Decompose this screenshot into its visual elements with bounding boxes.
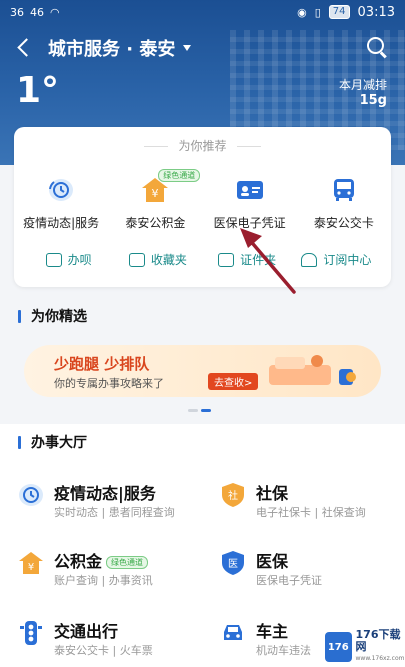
emission-label: 本月减排 (338, 78, 387, 92)
hall-item-subtitle: 账户查询 | 办事资讯 (54, 574, 153, 587)
city-selector[interactable]: 城市服务 · 泰安 (48, 35, 192, 61)
banner-illustration-icon (269, 355, 356, 385)
service-label: 疫情动态|服务 (23, 216, 100, 230)
featured-banner[interactable]: 少跑腿 少排队 你的专属办事攻略来了 去查收> (24, 345, 381, 397)
banner-title: 少跑腿 少排队 (54, 355, 150, 373)
hall-title: 办事大厅 (18, 432, 87, 452)
hall-item-subtitle: 电子社保卡 | 社保查询 (256, 506, 366, 519)
temperature: 1° (16, 70, 60, 111)
watermark: 176 176下载网 www.176xz.com (321, 627, 405, 667)
quick-label: 办呗 (67, 253, 92, 267)
service-label: 泰安公积金 (125, 216, 186, 230)
car-icon (224, 625, 242, 640)
hall-item-subtitle: 泰安公交卡 | 火车票 (54, 644, 153, 657)
svg-text:社: 社 (228, 489, 238, 502)
green-channel-badge: 绿色通道 (158, 169, 201, 182)
recommend-card: 为你推荐 疫情动态|服务 绿色通道 ¥ 泰安公积金 医保电子凭证 泰安公交卡 办… (14, 127, 391, 287)
clock-icon (19, 484, 43, 506)
carousel-dot-active (201, 409, 211, 412)
carousel-indicator (188, 409, 211, 412)
watermark-name: 176下载网 (355, 628, 401, 653)
back-icon[interactable] (14, 38, 34, 58)
quick-favorites[interactable]: 收藏夹 (113, 251, 202, 268)
watermark-text: 176下载网 www.176xz.com (356, 629, 405, 665)
hall-item-social-security[interactable]: 社 社保 电子社保卡 | 社保查询 (220, 480, 405, 530)
hall-item-title-text: 公积金 (54, 552, 103, 571)
id-card-icon (235, 175, 265, 205)
medical-icon: 医 (222, 551, 244, 575)
hall-item-subtitle: 医保电子凭证 (256, 574, 322, 587)
folder-icon (128, 252, 145, 267)
page-title: 城市服务 · 泰安 (48, 39, 176, 60)
hall-item-medical[interactable]: 医 医保 医保电子凭证 (220, 548, 405, 598)
annotation-arrow (240, 228, 296, 294)
bus-icon (329, 175, 359, 205)
svg-text:医: 医 (228, 558, 238, 570)
eye-icon: ◉ (297, 5, 307, 19)
hall-item-traffic[interactable]: 交通出行 泰安公交卡 | 火车票 (18, 618, 208, 667)
banner-button[interactable]: 去查收> (208, 373, 259, 390)
service-housing-fund[interactable]: 绿色通道 ¥ 泰安公积金 (108, 169, 202, 231)
hall-item-subtitle: 机动车违法 (256, 644, 311, 657)
hall-item-epidemic[interactable]: 疫情动态|服务 实时动态 | 患者同程查询 (18, 480, 208, 530)
watermark-logo: 176 (325, 632, 352, 662)
emission-value: 15g (359, 93, 387, 108)
signal-2: 46 (30, 5, 44, 19)
hall-item-housing-fund[interactable]: ¥ 公积金 绿色通道 账户查询 | 办事资讯 (18, 548, 208, 598)
battery-icon: 74 (328, 5, 350, 19)
signal-1: 36 (10, 5, 24, 19)
nav-bar: 城市服务 · 泰安 (0, 30, 405, 66)
social-security-icon: 社 (222, 483, 244, 507)
task-icon (45, 252, 62, 267)
status-bar: 36 46 ◠ ◉ ▯ 74 03:13 (0, 0, 405, 24)
hall-item-title: 公积金 绿色通道 (54, 548, 149, 572)
hall-item-title: 疫情动态|服务 (54, 484, 156, 503)
search-icon[interactable] (367, 37, 387, 57)
green-channel-badge: 绿色通道 (106, 556, 149, 569)
watermark-site: www.176xz.com (355, 655, 405, 662)
service-epidemic[interactable]: 疫情动态|服务 (14, 175, 108, 231)
quick-label: 收藏夹 (150, 253, 187, 267)
hall-item-title: 交通出行 (54, 622, 119, 641)
wifi-icon: ◠ (50, 5, 60, 19)
chevron-down-icon (183, 45, 192, 51)
hall-item-subtitle: 实时动态 | 患者同程查询 (54, 506, 175, 519)
service-bus-card[interactable]: 泰安公交卡 (297, 175, 391, 231)
service-label: 泰安公交卡 (313, 216, 374, 230)
hall-item-title: 车主 (256, 622, 289, 641)
traffic-light-icon (20, 621, 42, 645)
emission-summary[interactable]: 本月减排 15g (339, 78, 387, 108)
clock-icon (46, 175, 76, 205)
featured-title: 为你精选 (18, 306, 87, 326)
svg-text:¥: ¥ (152, 187, 159, 200)
house-fund-icon: ¥ (19, 552, 43, 574)
quick-banbei[interactable]: 办呗 (24, 251, 113, 268)
recommend-title: 为你推荐 (14, 137, 391, 154)
banner-subtitle: 你的专属办事攻略来了 (54, 377, 164, 390)
vibrate-icon: ▯ (314, 5, 321, 19)
hall-item-title: 医保 (256, 552, 289, 571)
quick-label: 订阅中心 (323, 253, 372, 267)
service-medical-card[interactable]: 医保电子凭证 (203, 175, 297, 231)
hall-item-title: 社保 (256, 484, 289, 503)
card-folder-icon (218, 252, 235, 267)
carousel-dot (188, 409, 198, 412)
status-time: 03:13 (357, 4, 395, 20)
svg-text:¥: ¥ (28, 562, 34, 573)
